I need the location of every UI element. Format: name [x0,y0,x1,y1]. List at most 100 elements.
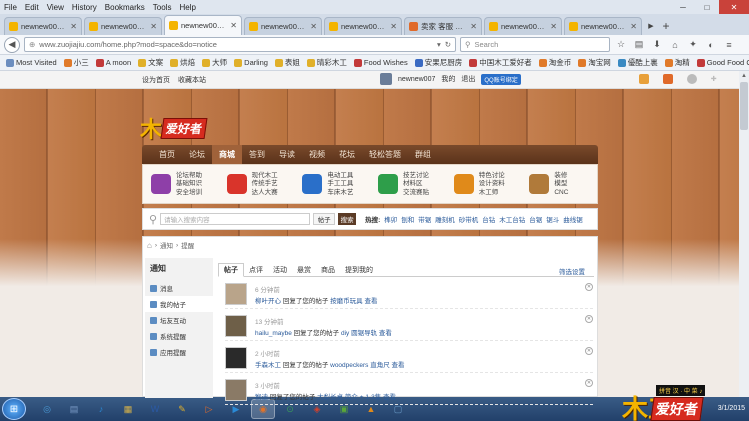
main-nav-item[interactable]: 花坛 [332,145,362,164]
bookmark-item[interactable]: 安果尼厨房 [414,57,462,68]
main-nav-item[interactable]: 群组 [408,145,438,164]
notice-view-link[interactable]: 查看 [383,394,396,401]
bookmark-item[interactable]: Food Wishes [353,58,408,67]
menu-item[interactable]: File [4,3,17,12]
hot-search-term[interactable]: 锯斗 [546,214,559,224]
browser-tab[interactable]: newnew007 - ...✕ [324,17,402,35]
browser-tab[interactable]: newnew007 - ...✕ [564,17,642,35]
category-link[interactable]: 电动工具 [327,172,353,179]
bookmark-item[interactable]: 烘焙 [170,57,195,68]
home-icon[interactable]: ⌂ [668,38,682,52]
site-search-input[interactable]: 请输入搜索内容 [160,213,311,225]
notification-icon[interactable] [638,74,649,84]
mail-icon[interactable] [662,74,673,84]
hot-search-term[interactable]: 曲线锯 [563,214,583,224]
bookmark-item[interactable]: 文案 [138,57,163,68]
main-nav-item[interactable]: 视频 [302,145,332,164]
bookmark-item[interactable]: 淘宝网 [578,57,611,68]
close-tab-icon[interactable]: ✕ [150,22,157,31]
category-link[interactable]: CNC [554,189,568,196]
category-block[interactable]: 装修 模型 CNC [521,165,597,203]
browser-tab[interactable]: newnew007 - ...✕ [484,17,562,35]
user-avatar[interactable] [380,73,392,85]
notice-view-link[interactable]: 查看 [379,330,392,337]
main-nav-item[interactable]: 论坛 [182,145,212,164]
notice-post-link[interactable]: diy 圆锯导轨 [341,330,377,337]
sidebar-item[interactable]: 坛友互动 [145,312,213,328]
hot-search-term[interactable]: 榫卯 [384,214,397,224]
category-link[interactable]: 现代木工 [252,172,278,179]
start-button[interactable]: ⊞ [2,398,26,420]
scroll-up-icon[interactable]: ▲ [739,71,749,81]
browser-tab[interactable]: newnew007 - ...✕ [164,15,242,35]
tab-scroll-right-icon[interactable]: ▶ [644,17,658,35]
pocket-icon[interactable]: ◐ [704,38,718,52]
site-search-button[interactable]: 搜索 [338,213,357,225]
breadcrumb-reminder[interactable]: 提醒 [181,240,194,250]
sidebar-item[interactable]: 应用提醒 [145,344,213,360]
vertical-scrollbar[interactable]: ▲ [739,71,749,397]
notice-avatar[interactable] [225,379,247,401]
dismiss-notice-icon[interactable]: ✕ [585,283,593,291]
hot-search-term[interactable]: 带锯 [418,214,431,224]
notice-view-link[interactable]: 查看 [364,298,377,305]
notice-post-link[interactable]: 按磨币玩具 [330,298,363,305]
browser-tab[interactable]: newnew007 - ...✕ [84,17,162,35]
content-tab[interactable]: 帖子 [218,263,244,277]
bookmark-site-link[interactable]: 收藏本站 [178,75,206,85]
new-tab-button[interactable]: + [658,18,674,34]
notice-user-link[interactable]: 手森木工 [255,362,281,369]
menu-item[interactable]: View [47,3,64,12]
category-link[interactable]: 安全培训 [176,189,202,196]
category-block[interactable]: 现代木工 传统手艺达人大赛 [219,165,295,203]
qq-bind-badge[interactable]: QQ账号绑定 [481,73,521,85]
menu-item[interactable]: Bookmarks [105,3,145,12]
taskbar-app[interactable]: ◎ [35,399,59,419]
browser-tab[interactable]: 卖家 客服 请问 ...✕ [404,17,482,35]
sidebar-item[interactable]: 系统提醒 [145,328,213,344]
hot-search-term[interactable]: 木工台钻 [499,214,525,224]
my-link[interactable]: 我的 [441,74,455,84]
main-nav-item[interactable]: 轻松答题 [362,145,408,164]
sidebar-item[interactable]: 我的帖子 [145,296,213,312]
dropdown-arrow-icon[interactable]: ▾ [437,40,441,49]
menu-item[interactable]: Tools [153,3,172,12]
minimize-button[interactable]: ─ [671,0,695,14]
browser-tab[interactable]: newnew007 - ...✕ [4,17,82,35]
category-link[interactable]: 技艺讨论 [403,172,429,179]
close-tab-icon[interactable]: ✕ [230,21,237,30]
close-tab-icon[interactable]: ✕ [550,22,557,31]
bookmark-item[interactable]: 中国木工爱好者 [469,57,532,68]
back-button[interactable]: ◀ [4,36,20,53]
main-nav-item[interactable]: 商城 [212,145,242,164]
bookmark-item[interactable]: 表姐 [274,57,300,68]
bookmark-item[interactable]: 大师 [202,57,227,68]
taskbar-app[interactable]: W [143,399,167,419]
addon-icon[interactable]: ✦ [686,38,700,52]
taskbar-app[interactable]: ✎ [170,399,194,419]
menu-icon[interactable]: ≡ [722,38,736,52]
main-nav-item[interactable]: 首页 [152,145,182,164]
bookmark-item[interactable]: 淘金币 [538,57,571,68]
browser-tab[interactable]: newnew007 - ...✕ [244,17,322,35]
menu-item[interactable]: Help [179,3,195,12]
taskbar-app[interactable]: ▦ [116,399,140,419]
taskbar-app[interactable]: ♪ [89,399,113,419]
category-link[interactable]: 达人大赛 [252,189,278,196]
close-tab-icon[interactable]: ✕ [390,22,397,31]
bookmark-item[interactable]: Darling [234,58,268,67]
hot-search-term[interactable]: 台锯 [529,214,542,224]
plus-icon[interactable]: ✚ [711,75,717,83]
bookmark-item[interactable]: 淘精 [664,57,690,68]
category-link[interactable]: 传统手艺 [252,180,278,187]
notice-user-link[interactable]: hailu_maybe [255,330,292,337]
close-tab-icon[interactable]: ✕ [70,22,77,31]
category-link[interactable]: 模型 [554,180,568,187]
category-link[interactable]: 交流赛贴 [403,189,429,196]
category-link[interactable]: 装修 [554,172,568,179]
maximize-button[interactable]: □ [695,0,719,14]
category-link[interactable]: 设计资料 [479,180,505,187]
download-icon[interactable]: ⬇ [650,38,664,52]
category-link[interactable]: 特色讨论 [479,172,505,179]
taskbar-app[interactable]: ▤ [62,399,86,419]
